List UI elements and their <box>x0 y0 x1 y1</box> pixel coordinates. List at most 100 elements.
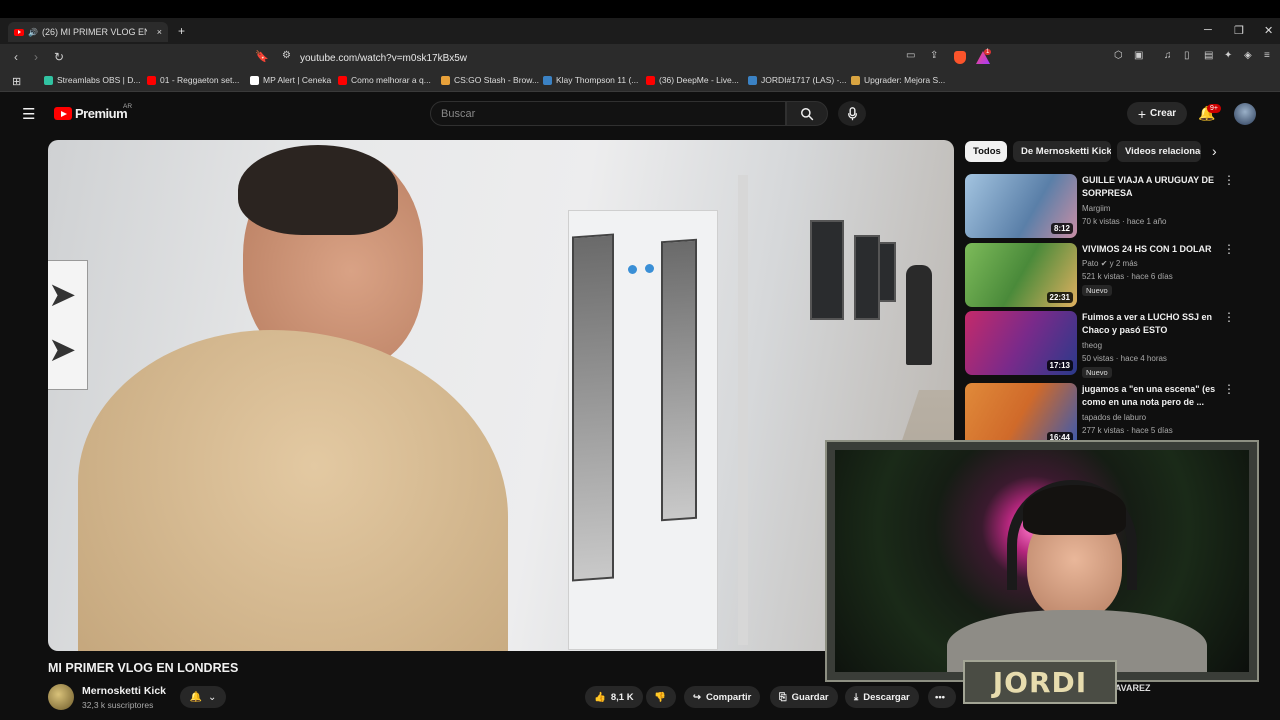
forward-icon[interactable]: › <box>34 50 38 64</box>
recommendation-channel[interactable]: Margiim <box>1082 204 1110 213</box>
more-vertical-icon[interactable]: ⋮ <box>1223 383 1235 395</box>
list-item[interactable]: 8:12 GUILLE VIAJA A URUGUAY DE SORPRESA … <box>965 174 1245 238</box>
recommendation-title[interactable]: Fuimos a ver a LUCHO SSJ en Chaco y pasó… <box>1082 311 1222 337</box>
video-player[interactable]: ➤ ➤ <box>48 140 954 651</box>
bookmark-item[interactable]: MP Alert | Ceneka <box>250 75 331 85</box>
dislike-button[interactable]: 👎 <box>646 686 676 708</box>
vpn-icon[interactable]: ◈ <box>1244 50 1252 61</box>
recommendation-meta: 50 vistas · hace 4 horas <box>1082 354 1167 363</box>
streamer-nameplate: JORDI <box>963 660 1117 704</box>
bookmark-label: CS:GO Stash - Brow... <box>454 75 540 85</box>
recommendation-channel[interactable]: theog <box>1082 341 1102 350</box>
wall-frame <box>854 235 880 320</box>
bookmark-favicon <box>338 75 347 85</box>
chevron-right-icon[interactable]: › <box>1212 143 1217 159</box>
share-page-icon[interactable]: ⇪ <box>930 50 938 61</box>
share-button[interactable]: ↪ Compartir <box>684 686 761 708</box>
subscribe-bell-button[interactable]: 🔔 ⌄ <box>180 686 226 708</box>
bookmark-item[interactable]: Upgrader: Mejora S... <box>851 75 945 85</box>
door-window <box>661 238 697 522</box>
bookmark-item[interactable]: CS:GO Stash - Brow... <box>441 75 539 85</box>
speaker-icon[interactable]: 🔊 <box>28 28 38 37</box>
thumbs-up-icon: 👍 <box>594 691 606 703</box>
hamburger-menu-icon[interactable]: ☰ <box>22 105 35 123</box>
recommendation-title[interactable]: jugamos a "en una escena" (es como en un… <box>1082 383 1222 409</box>
arrow-sign-icon: ➤ <box>48 276 77 314</box>
apps-icon[interactable]: ⊞ <box>12 75 21 88</box>
minimize-icon[interactable]: ─ <box>1204 24 1212 36</box>
chip-all[interactable]: Todos <box>965 141 1007 162</box>
extension-icon-2[interactable]: ▣ <box>1134 50 1143 61</box>
bookmark-label: 01 - Reggaeton set... <box>160 75 240 85</box>
door-frame <box>738 175 748 645</box>
save-button[interactable]: ⎘ Guardar <box>770 686 838 708</box>
new-badge: Nuevo <box>1082 367 1112 378</box>
recommendation-channel[interactable]: tapados de laburo <box>1082 413 1146 422</box>
ai-icon[interactable]: ✦ <box>1224 50 1232 61</box>
more-vertical-icon[interactable]: ⋮ <box>1223 243 1235 255</box>
recommendation-title[interactable]: VIVIMOS 24 HS CON 1 DOLAR <box>1082 243 1222 256</box>
avatar[interactable] <box>1234 103 1256 125</box>
video-thumbnail[interactable]: 22:31 <box>965 243 1077 307</box>
channel-avatar[interactable] <box>48 684 74 710</box>
brave-shield-icon[interactable] <box>954 51 966 64</box>
chip-related[interactable]: Videos relacionados <box>1117 141 1201 162</box>
voice-search-button[interactable] <box>838 101 866 126</box>
bookmark-item[interactable]: 01 - Reggaeton set... <box>147 75 239 85</box>
browser-tab[interactable]: 🔊 (26) MI PRIMER VLOG EN LONDRES × <box>8 22 168 42</box>
bookmark-favicon <box>441 75 450 85</box>
extension-icon-1[interactable]: ⬡ <box>1114 50 1123 61</box>
more-vertical-icon[interactable]: ⋮ <box>1223 174 1235 186</box>
new-tab-button[interactable]: + <box>178 24 185 38</box>
download-label: Descargar <box>863 691 910 703</box>
recommendation-channel[interactable]: Pato ✔ y 2 más <box>1082 259 1138 268</box>
cast-icon[interactable]: ▭ <box>906 50 915 61</box>
bookmark-label: Como melhorar a q... <box>351 75 431 85</box>
search-button[interactable] <box>786 101 828 126</box>
list-item[interactable]: 16:44 jugamos a "en una escena" (es como… <box>965 383 1245 447</box>
list-item[interactable]: 22:31 VIVIMOS 24 HS CON 1 DOLAR Pato ✔ y… <box>965 243 1245 307</box>
share-label: Compartir <box>705 691 752 703</box>
premium-wordmark[interactable]: Premium <box>75 106 128 121</box>
video-thumbnail[interactable]: 8:12 <box>965 174 1077 238</box>
tab-close-button[interactable]: × <box>157 27 162 37</box>
channel-name[interactable]: Mernosketti Kick <box>82 685 166 697</box>
bookmark-item[interactable]: Streamlabs OBS | D... <box>44 75 140 85</box>
menu-icon[interactable]: ≡ <box>1264 50 1270 61</box>
bookmark-item[interactable]: Klay Thompson 11 (... <box>543 75 638 85</box>
like-button[interactable]: 👍 8,1 K <box>585 686 643 708</box>
more-actions-button[interactable]: ••• <box>928 686 956 708</box>
search-input[interactable]: Buscar <box>430 101 786 126</box>
video-thumbnail[interactable]: 16:44 <box>965 383 1077 447</box>
bookmark-item[interactable]: (36) DeepMe - Live... <box>646 75 739 85</box>
music-icon[interactable]: ♫ <box>1164 50 1172 61</box>
recommendation-title[interactable]: GUILLE VIAJA A URUGUAY DE SORPRESA <box>1082 174 1222 200</box>
sidebar-toggle-icon[interactable]: ▯ <box>1184 50 1190 61</box>
reload-icon[interactable]: ↻ <box>54 50 64 64</box>
url-input[interactable]: youtube.com/watch?v=m0sk17kBx5w <box>250 48 1000 68</box>
maximize-icon[interactable]: ❐ <box>1234 24 1244 37</box>
wall-frame <box>878 242 896 302</box>
webcam-feed <box>835 450 1249 672</box>
save-icon: ⎘ <box>779 691 787 703</box>
recommendation-meta: 521 k vistas · hace 6 días <box>1082 272 1173 281</box>
verified-icon: ✔ <box>1100 259 1108 268</box>
arrow-sign-icon: ➤ <box>48 331 77 369</box>
bookmark-item[interactable]: Como melhorar a q... <box>338 75 431 85</box>
wallet-icon[interactable]: ▤ <box>1204 50 1213 61</box>
video-thumbnail[interactable]: 17:13 <box>965 311 1077 375</box>
create-button[interactable]: + Crear <box>1127 102 1187 125</box>
recommendation-meta: 70 k vistas · hace 1 año <box>1082 217 1167 226</box>
youtube-logo-icon[interactable] <box>54 107 72 120</box>
more-vertical-icon[interactable]: ⋮ <box>1223 311 1235 323</box>
chip-from-channel[interactable]: De Mernosketti Kick <box>1013 141 1111 162</box>
more-horizontal-icon: ••• <box>935 691 945 703</box>
download-icon: ⤓ <box>854 691 859 703</box>
corridor-person <box>906 265 932 365</box>
download-button[interactable]: ⤓ Descargar <box>845 686 919 708</box>
bookmark-favicon <box>851 75 860 85</box>
bookmark-item[interactable]: JORDI#1717 (LAS) -... <box>748 75 847 85</box>
back-icon[interactable]: ‹ <box>14 50 18 64</box>
list-item[interactable]: 17:13 Fuimos a ver a LUCHO SSJ en Chaco … <box>965 311 1245 378</box>
close-window-icon[interactable]: ✕ <box>1264 24 1273 37</box>
